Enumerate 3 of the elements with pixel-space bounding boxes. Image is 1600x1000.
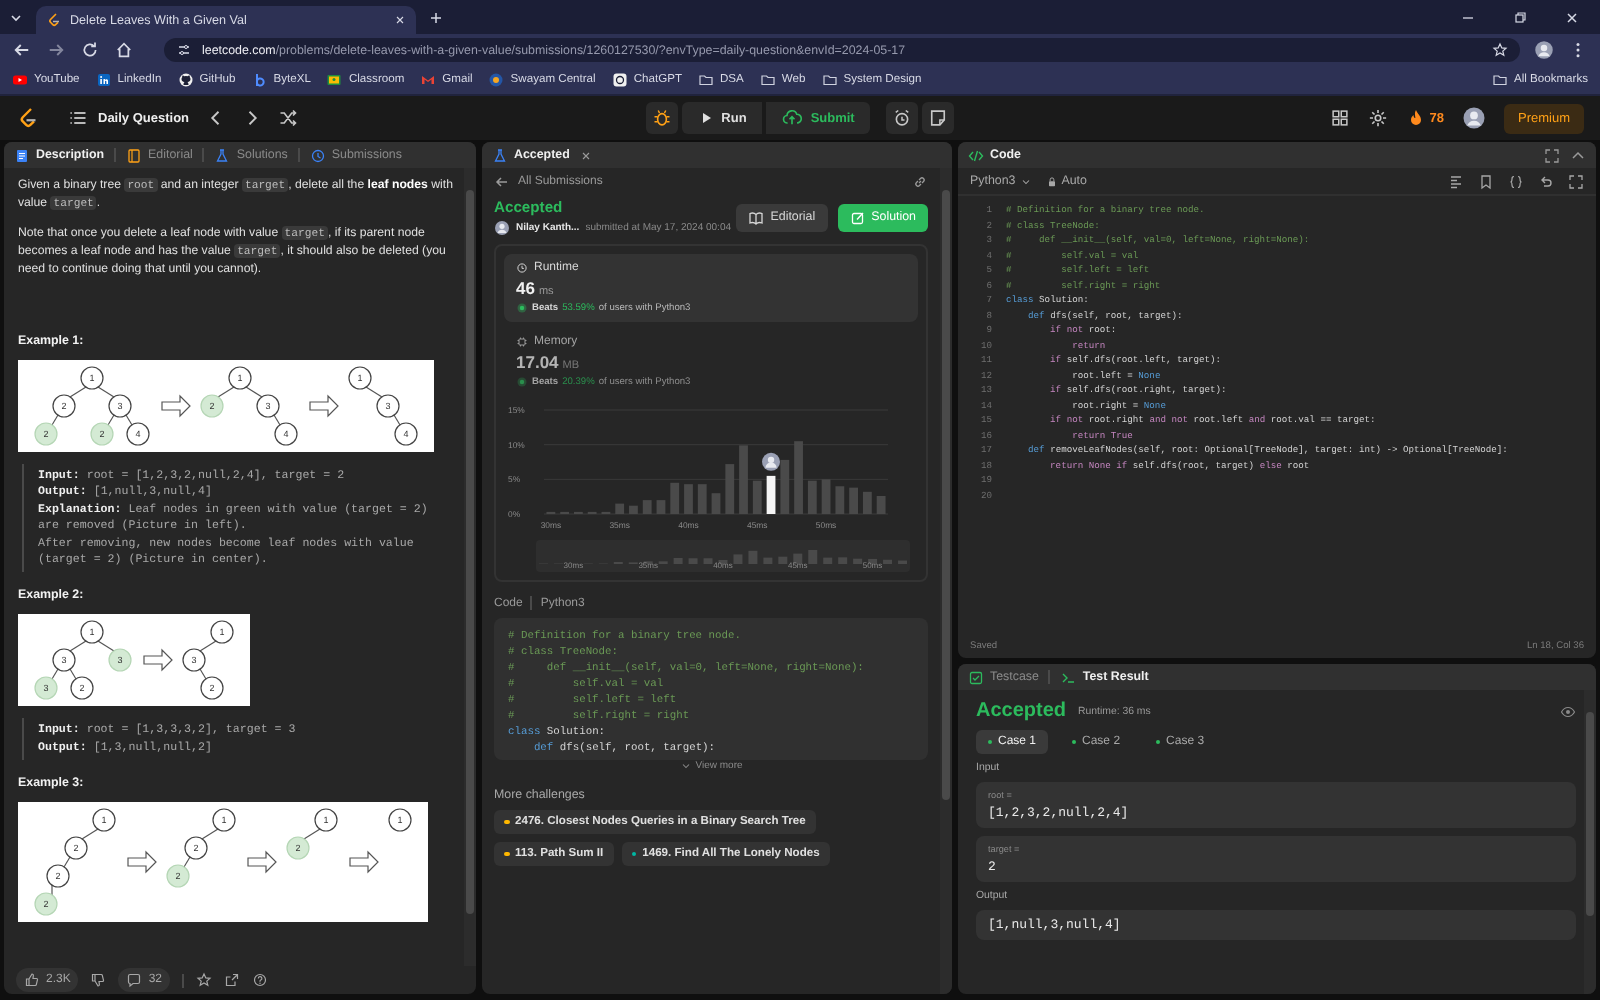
metric-value: 17.04 <box>516 352 559 372</box>
status-text: Accepted <box>976 700 1067 722</box>
metric-value: 46 <box>516 278 535 298</box>
